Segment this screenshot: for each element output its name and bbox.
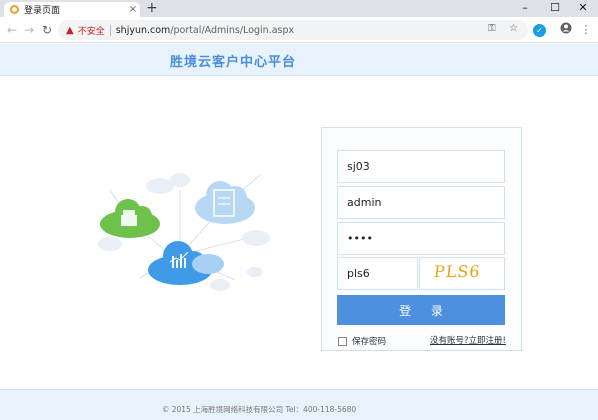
url-path: /portal/Admins/Login.aspx (170, 24, 295, 36)
footer-copyright: © 2015 上海胜境网络科技有限公司 Tel：400-118-5680 (161, 405, 357, 414)
url-text[interactable]: shjyun.com/portal/Admins/Login.aspx (116, 25, 294, 36)
captcha-image[interactable]: PLS6 (419, 257, 505, 290)
reload-button[interactable]: ↻ (39, 21, 55, 39)
extension-icon[interactable]: ✓ (533, 24, 546, 37)
cloud-illustration (98, 173, 270, 291)
login-button[interactable]: 登 录 (337, 295, 505, 325)
register-link[interactable]: 没有账号?立即注册! (430, 334, 506, 346)
cloud-blue-dark (148, 241, 224, 285)
new-tab-button[interactable]: + (146, 0, 158, 17)
url-host: shjyun.com (115, 24, 171, 36)
remember-checkbox[interactable] (338, 336, 347, 346)
browser-tab[interactable]: 登录页面 × (4, 2, 140, 17)
remember-password[interactable]: 保存密码 (338, 335, 386, 347)
username-input[interactable] (337, 150, 505, 183)
captcha-text: PLS6 (433, 262, 482, 281)
address-bar[interactable]: ▲ 不安全 shjyun.com/portal/Admins/Login.asp… (58, 20, 528, 40)
star-icon[interactable]: ☆ (509, 23, 518, 34)
account-icon[interactable] (558, 22, 574, 38)
menu-icon[interactable]: ⋮ (578, 22, 594, 38)
key-icon[interactable]: ⚿ (488, 23, 496, 34)
maximize-button[interactable]: ☐ (540, 0, 570, 17)
omnibox-divider (109, 24, 111, 36)
company-input[interactable] (337, 186, 505, 219)
page-title: 胜境云客户中心平台 (170, 55, 297, 70)
security-label[interactable]: 不安全 (78, 24, 105, 37)
cloud-green (100, 199, 160, 238)
favicon-icon (10, 5, 19, 14)
tab-strip: 登录页面 × + – ☐ ✕ (0, 0, 598, 17)
close-window-button[interactable]: ✕ (568, 0, 598, 17)
captcha-input[interactable] (337, 257, 418, 290)
tab-close-icon[interactable]: × (126, 3, 140, 17)
minimize-button[interactable]: – (510, 0, 540, 17)
warning-icon: ▲ (66, 24, 74, 36)
tab-title: 登录页面 (24, 6, 61, 16)
remember-label: 保存密码 (352, 337, 387, 347)
page-header (0, 44, 598, 76)
forward-button[interactable]: → (21, 21, 37, 39)
browser-toolbar: ← → ↻ ▲ 不安全 shjyun.com/portal/Admins/Log… (0, 17, 598, 43)
password-input[interactable] (337, 222, 505, 255)
back-button[interactable]: ← (4, 21, 20, 39)
